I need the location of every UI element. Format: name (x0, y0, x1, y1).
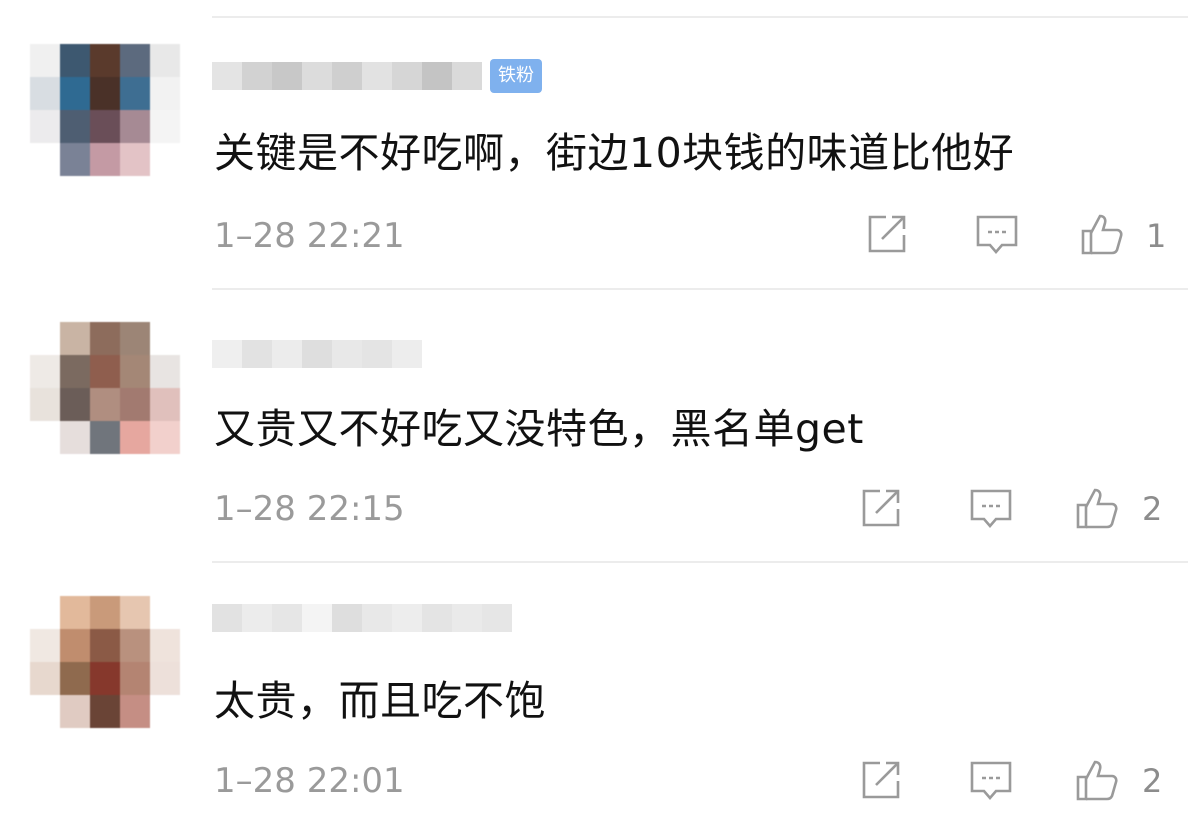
comment-button[interactable] (968, 757, 1014, 803)
comment-time: 1–28 22:01 (214, 761, 405, 801)
username-blurred (212, 604, 512, 632)
share-icon (868, 215, 906, 253)
like-button[interactable] (1074, 485, 1120, 531)
comment-icon (970, 489, 1012, 528)
share-button[interactable] (864, 211, 910, 257)
like-count: 1 (1146, 217, 1167, 255)
like-count: 2 (1142, 762, 1163, 800)
avatar[interactable] (30, 596, 180, 728)
share-button[interactable] (858, 485, 904, 531)
comment-text: 关键是不好吃啊，街边10块钱的味道比他好 (214, 129, 1015, 177)
like-icon (1076, 760, 1118, 801)
avatar[interactable] (30, 322, 180, 454)
username[interactable]: 铁粉 (212, 59, 542, 93)
fan-badge: 铁粉 (490, 59, 542, 93)
like-icon (1076, 488, 1118, 529)
share-icon (862, 761, 900, 799)
like-button[interactable] (1079, 211, 1125, 257)
like-button[interactable] (1074, 757, 1120, 803)
share-button[interactable] (858, 757, 904, 803)
comment-button[interactable] (974, 211, 1020, 257)
comment-time: 1–28 22:21 (214, 216, 405, 256)
share-icon (862, 489, 900, 527)
comment-button[interactable] (968, 485, 1014, 531)
divider-top (212, 16, 1188, 18)
username-blurred (212, 62, 482, 90)
divider (212, 288, 1188, 290)
comment-icon (976, 215, 1018, 254)
username[interactable] (212, 604, 512, 632)
comment-text: 太贵，而且吃不饱 (214, 677, 546, 725)
avatar[interactable] (30, 44, 180, 176)
divider (212, 561, 1188, 563)
like-icon (1081, 214, 1123, 255)
username[interactable] (212, 340, 422, 368)
username-blurred (212, 340, 422, 368)
like-count: 2 (1142, 490, 1163, 528)
comment-time: 1–28 22:15 (214, 489, 405, 529)
comment-icon (970, 761, 1012, 800)
comment-text: 又贵又不好吃又没特色，黑名单get (214, 405, 864, 453)
